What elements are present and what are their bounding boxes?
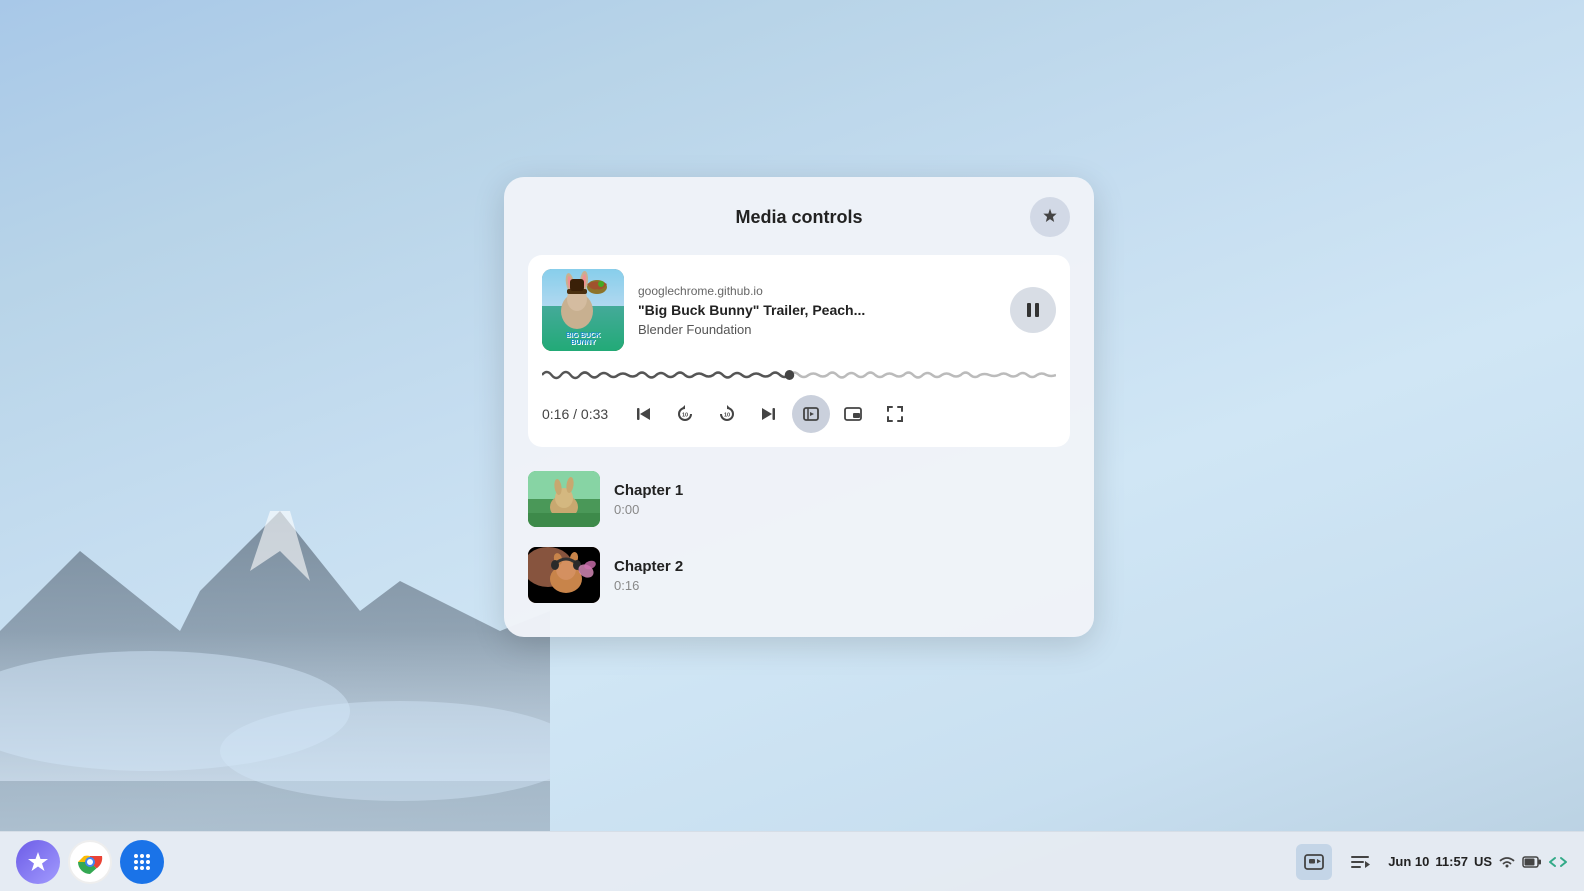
chapter-1-info: Chapter 1 0:00: [614, 482, 1070, 517]
taskbar-left: [16, 840, 164, 884]
media-taskbar-button[interactable]: [1296, 844, 1332, 880]
skip-forward-button[interactable]: [750, 395, 788, 433]
media-card: BIG BUCKBUNNY googlechrome.github.io "Bi…: [528, 255, 1070, 447]
pip-button[interactable]: [834, 395, 872, 433]
controls-row: 0:16 / 0:33 10: [542, 395, 1056, 433]
rewind-icon: 10: [675, 404, 695, 424]
chrome-icon: [76, 848, 104, 876]
fullscreen-button[interactable]: [876, 395, 914, 433]
chapter-2-name: Chapter 2: [614, 558, 1070, 575]
mountain-decoration: [0, 431, 550, 831]
media-source: googlechrome.github.io: [638, 284, 996, 298]
media-title: "Big Buck Bunny" Trailer, Peach...: [638, 302, 996, 318]
taskbar-right: Jun 10 11:57 US: [1296, 844, 1568, 880]
rewind-button[interactable]: 10: [666, 395, 704, 433]
pip-icon: [844, 405, 862, 423]
svg-text:10: 10: [682, 413, 688, 419]
skip-beginning-button[interactable]: [624, 395, 662, 433]
media-thumbnail: BIG BUCKBUNNY: [542, 269, 624, 351]
app-drawer-icon: [131, 851, 153, 873]
queue-taskbar-button[interactable]: [1342, 844, 1378, 880]
pin-button[interactable]: [1030, 197, 1070, 237]
taskbar: Jun 10 11:57 US: [0, 831, 1584, 891]
battery-icon: [1522, 853, 1542, 871]
queue-taskbar-icon: [1349, 851, 1371, 873]
pause-button[interactable]: [1010, 287, 1056, 333]
locale-display: US: [1474, 854, 1492, 869]
chapters-button[interactable]: [792, 395, 830, 433]
chapter-2-thumbnail: [528, 547, 600, 603]
svg-text:10: 10: [724, 413, 730, 419]
bbb-poster: BIG BUCKBUNNY: [542, 269, 624, 351]
date-display: Jun 10: [1388, 854, 1429, 869]
bbb-title-text: BIG BUCKBUNNY: [544, 332, 622, 347]
media-info-row: BIG BUCKBUNNY googlechrome.github.io "Bi…: [542, 269, 1056, 351]
progress-container[interactable]: [542, 365, 1056, 385]
panel-title: Media controls: [568, 207, 1030, 228]
pause-icon: [1024, 301, 1042, 319]
chapters-icon: [802, 405, 820, 423]
media-controls-panel: Media controls: [504, 177, 1094, 637]
pin-icon: [1040, 207, 1060, 227]
wifi-icon: [1498, 853, 1516, 871]
chapter-1-thumbnail: [528, 471, 600, 527]
media-artist: Blender Foundation: [638, 322, 996, 337]
dev-icon: [1548, 853, 1568, 871]
media-text: googlechrome.github.io "Big Buck Bunny" …: [638, 284, 996, 337]
chrome-button[interactable]: [68, 840, 112, 884]
media-taskbar-icon: [1303, 851, 1325, 873]
chapter-1-time: 0:00: [614, 502, 1070, 517]
chapter-2-image: [528, 547, 600, 603]
chapter-1-name: Chapter 1: [614, 482, 1070, 499]
panel-header: Media controls: [528, 197, 1070, 237]
desktop: Media controls: [0, 0, 1584, 891]
time-display: 0:16 / 0:33: [542, 406, 608, 422]
chapter-item[interactable]: Chapter 2 0:16: [528, 537, 1070, 613]
forward-icon: 10: [717, 404, 737, 424]
app-drawer-button[interactable]: [120, 840, 164, 884]
taskbar-status[interactable]: Jun 10 11:57 US: [1388, 853, 1568, 871]
fullscreen-icon: [886, 405, 904, 423]
forward-button[interactable]: 10: [708, 395, 746, 433]
skip-beginning-icon: [634, 405, 652, 423]
chapter-item[interactable]: Chapter 1 0:00: [528, 461, 1070, 537]
waveform: [542, 365, 1056, 385]
skip-forward-icon: [760, 405, 778, 423]
launcher-button[interactable]: [16, 840, 60, 884]
launcher-icon: [26, 850, 50, 874]
time-display-taskbar: 11:57: [1435, 854, 1468, 869]
chapter-1-image: [528, 471, 600, 527]
chapter-2-time: 0:16: [614, 578, 1070, 593]
chapter-list: Chapter 1 0:00: [528, 461, 1070, 613]
chapter-2-info: Chapter 2 0:16: [614, 558, 1070, 593]
